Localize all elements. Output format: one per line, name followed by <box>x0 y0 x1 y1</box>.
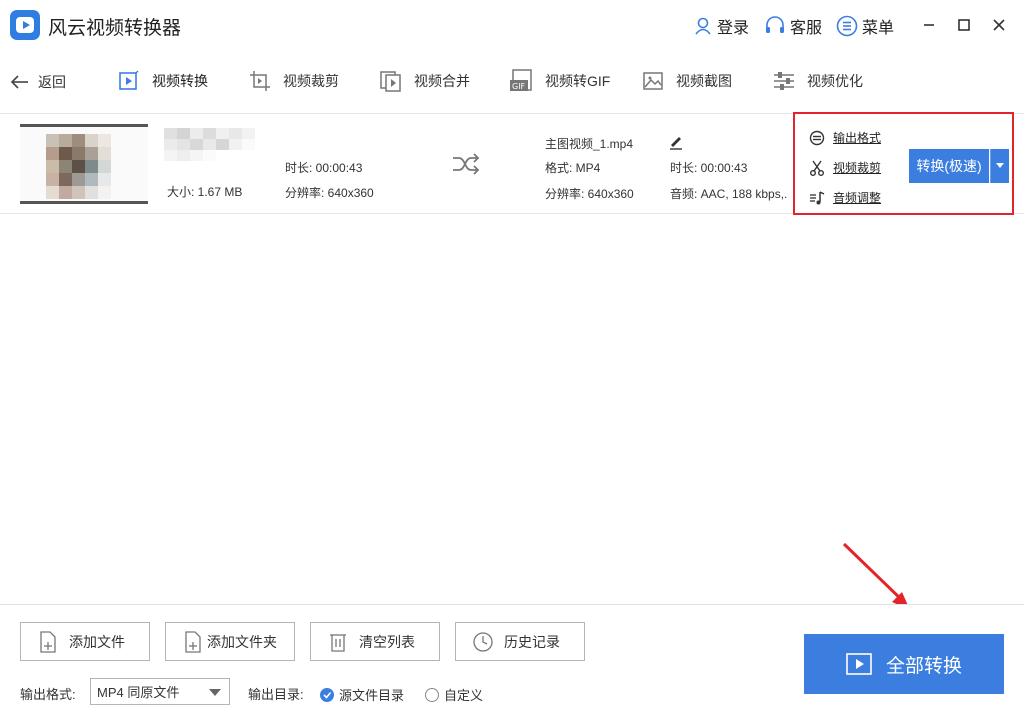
output-file-name: 主图视频_1.mp4 <box>545 137 634 151</box>
pencil-icon[interactable] <box>668 134 684 150</box>
history-button[interactable]: 历史记录 <box>455 622 585 661</box>
tool-label: 视频转GIF <box>545 73 611 89</box>
app-title: 风云视频转换器 <box>48 18 182 39</box>
add-folder-icon <box>182 630 204 653</box>
output-format-option[interactable]: 输出格式 <box>808 129 881 146</box>
tool-video-merge[interactable]: 视频合并 <box>378 68 470 94</box>
trash-icon <box>327 631 349 653</box>
blurred-file-name <box>164 128 255 161</box>
tool-label: 视频合并 <box>414 73 470 89</box>
tool-video-optimize[interactable]: 视频优化 <box>771 68 863 94</box>
screenshot-icon <box>640 68 666 94</box>
app-logo-icon <box>10 10 40 40</box>
video-crop-option[interactable]: 视频裁剪 <box>808 159 881 176</box>
convert-all-button[interactable]: 全部转换 <box>804 634 1004 694</box>
toolbar: 返回 视频转换 视频裁剪 视频合并 GIF 视频转GIF 视频截图 视频优化 <box>0 50 1024 114</box>
radio-source-label: 源文件目录 <box>339 688 405 703</box>
clear-list-label: 清空列表 <box>359 633 415 650</box>
video-convert-icon <box>116 68 142 94</box>
tool-video-gif[interactable]: GIF 视频转GIF <box>509 68 610 94</box>
tool-label: 视频优化 <box>807 73 863 89</box>
menu-label: 菜单 <box>862 20 895 37</box>
tool-video-screenshot[interactable]: 视频截图 <box>640 68 732 94</box>
arrow-left-icon <box>10 75 28 89</box>
maximize-icon <box>958 19 970 31</box>
back-label: 返回 <box>38 74 66 90</box>
output-audio: 音频: AAC, 188 kbps,... <box>670 187 788 201</box>
thumbnail-image <box>46 134 111 199</box>
radio-checked-icon <box>320 687 334 702</box>
source-size: 大小: 1.67 MB <box>167 185 243 199</box>
convert-all-label: 全部转换 <box>885 655 962 677</box>
convert-dropdown-button[interactable] <box>990 149 1009 183</box>
add-file-label: 添加文件 <box>69 633 125 650</box>
tool-label: 视频转换 <box>152 73 208 89</box>
convert-fast-button[interactable]: 转换(极速) <box>909 149 989 183</box>
output-format: 格式: MP4 <box>545 161 601 175</box>
history-label: 历史记录 <box>504 633 560 650</box>
tool-video-convert[interactable]: 视频转换 <box>116 68 208 94</box>
video-thumbnail <box>20 124 148 204</box>
menu-button[interactable]: 菜单 <box>836 14 894 38</box>
format-icon <box>808 129 825 146</box>
source-duration: 时长: 00:00:43 <box>285 161 363 175</box>
output-format-select[interactable]: MP4 同原文件 <box>90 678 230 705</box>
video-crop-label: 视频裁剪 <box>833 161 882 175</box>
add-folder-button[interactable]: 添加文件夹 <box>165 622 295 661</box>
back-button[interactable]: 返回 <box>10 72 66 92</box>
video-merge-icon <box>378 68 404 94</box>
service-label: 客服 <box>790 20 823 37</box>
output-format-label: 输出格式 <box>833 131 882 145</box>
close-icon <box>993 19 1005 31</box>
tool-video-crop[interactable]: 视频裁剪 <box>247 68 339 94</box>
login-button[interactable]: 登录 <box>693 14 749 38</box>
maximize-button[interactable] <box>951 12 977 38</box>
source-resolution: 分辨率: 640x360 <box>285 186 374 200</box>
user-icon <box>695 17 711 35</box>
close-button[interactable] <box>986 12 1012 38</box>
shuffle-icon <box>453 153 480 175</box>
login-label: 登录 <box>717 20 750 37</box>
minimize-button[interactable] <box>916 12 942 38</box>
radio-custom-dir[interactable]: 自定义 <box>425 685 483 704</box>
tool-label: 视频裁剪 <box>283 73 339 89</box>
menu-icon <box>836 15 858 37</box>
output-format-value: MP4 同原文件 <box>97 685 180 700</box>
music-icon <box>808 189 825 206</box>
output-resolution: 分辨率: 640x360 <box>545 187 634 201</box>
play-icon <box>846 653 872 675</box>
bottom-panel: 添加文件 添加文件夹 清空列表 历史记录 输出格式: MP4 同原文件 输出目录… <box>0 604 1024 720</box>
chevron-down-icon <box>209 689 221 696</box>
radio-custom-label: 自定义 <box>444 688 484 703</box>
add-folder-label: 添加文件夹 <box>207 633 277 650</box>
add-file-button[interactable]: 添加文件 <box>20 622 150 661</box>
title-bar: 风云视频转换器 登录 客服 菜单 <box>0 0 1024 50</box>
output-dir-caption: 输出目录: <box>248 687 304 702</box>
clock-icon <box>472 631 494 653</box>
svg-text:GIF: GIF <box>512 82 526 91</box>
output-duration: 时长: 00:00:43 <box>670 161 748 175</box>
add-file-icon <box>37 630 59 653</box>
optimize-icon <box>771 68 797 94</box>
radio-unchecked-icon <box>425 687 439 702</box>
scissors-icon <box>808 159 825 176</box>
headset-icon <box>766 16 784 33</box>
caret-down-icon <box>996 163 1004 168</box>
gif-icon: GIF <box>509 68 535 94</box>
clear-list-button[interactable]: 清空列表 <box>310 622 440 661</box>
minimize-icon <box>924 24 934 26</box>
audio-adjust-label: 音频调整 <box>833 191 882 205</box>
output-format-caption: 输出格式: <box>20 687 76 702</box>
radio-source-dir[interactable]: 源文件目录 <box>320 685 404 704</box>
service-button[interactable]: 客服 <box>764 14 822 38</box>
tool-label: 视频截图 <box>676 73 732 89</box>
video-crop-icon <box>247 68 273 94</box>
audio-adjust-option[interactable]: 音频调整 <box>808 189 881 206</box>
